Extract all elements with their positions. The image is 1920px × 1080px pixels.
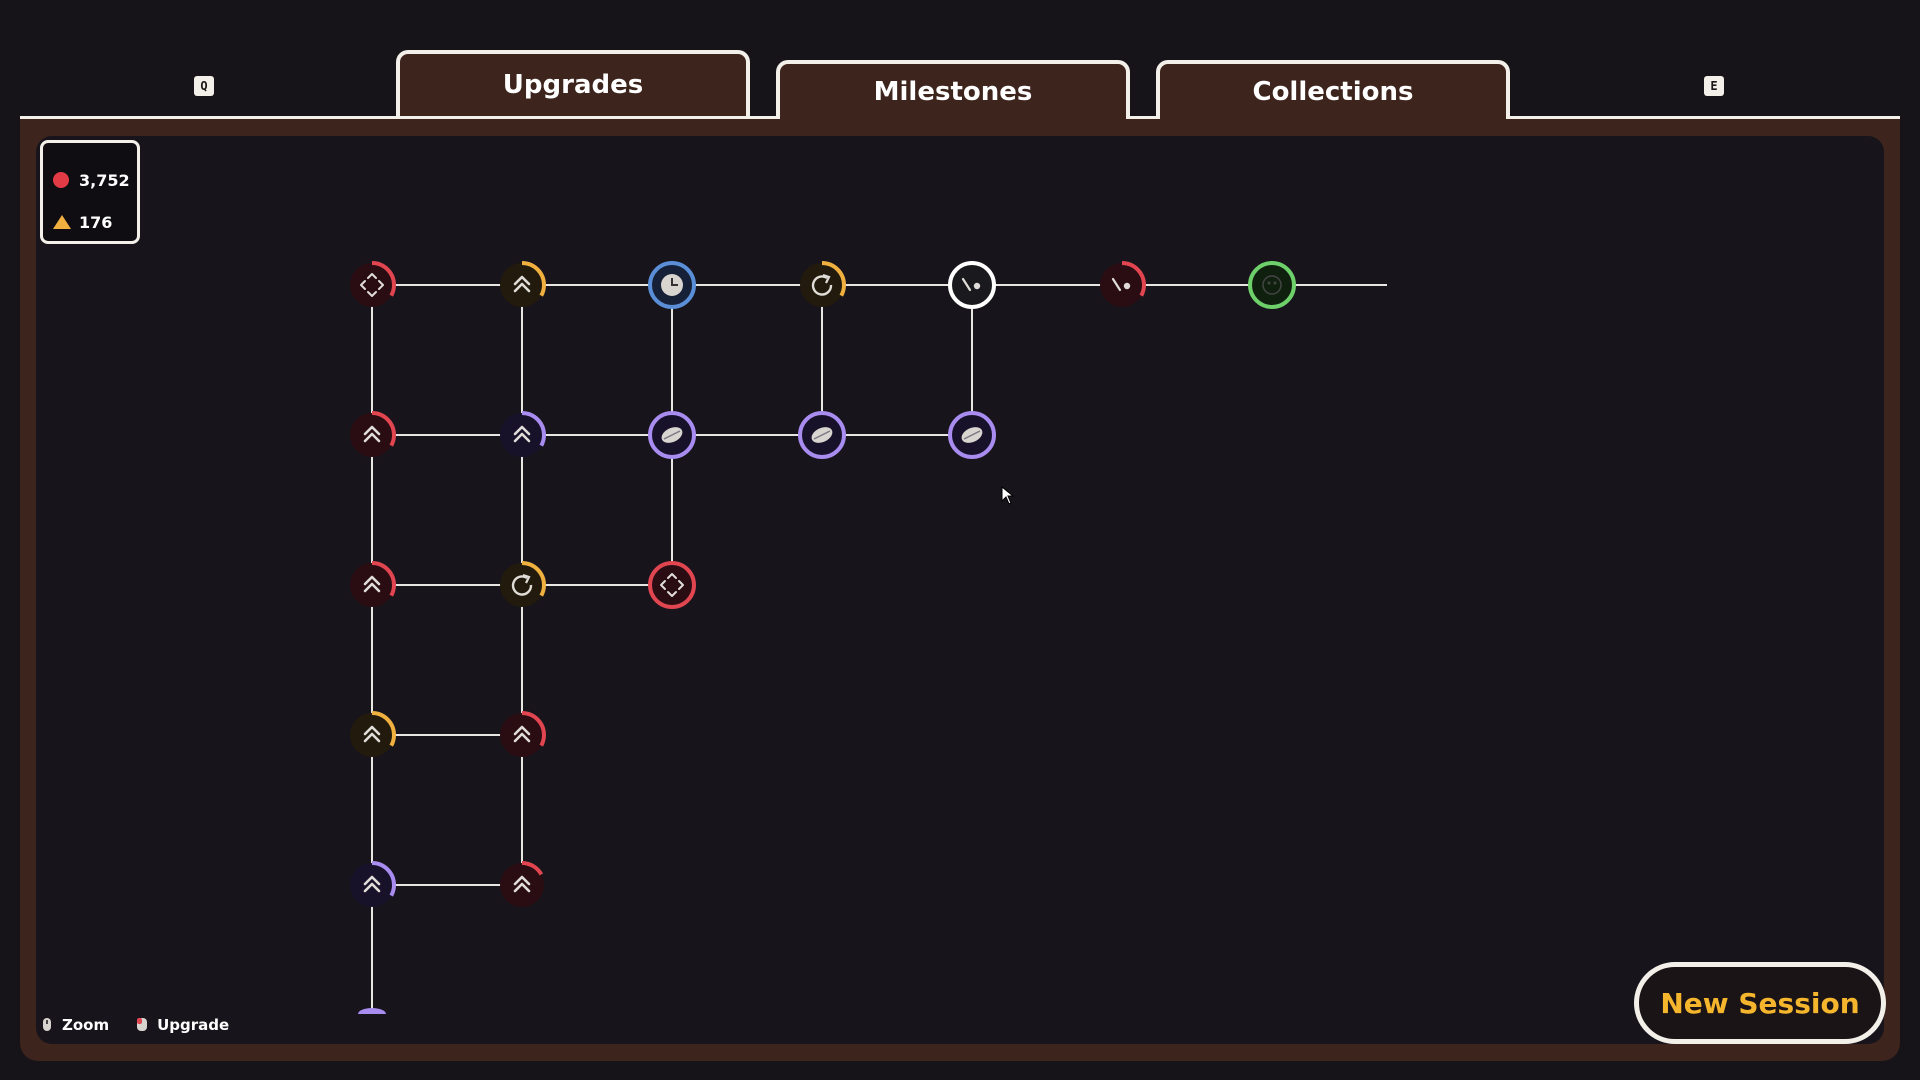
upgrade-node-disc[interactable] (948, 411, 996, 459)
upgrade-node-double-chevron[interactable] (348, 711, 396, 759)
upgrade-node-double-chevron[interactable] (348, 561, 396, 609)
upgrade-node-disc[interactable] (648, 411, 696, 459)
upgrade-node-clock[interactable] (648, 261, 696, 309)
mouse-cursor-icon (1001, 486, 1015, 505)
upgrade-node-rotate[interactable] (798, 261, 846, 309)
upgrade-node-double-chevron[interactable] (348, 861, 396, 909)
upgrade-node-double-chevron[interactable] (498, 861, 546, 909)
upgrade-node-double-chevron[interactable] (348, 411, 396, 459)
upgrade-node-double-chevron[interactable] (498, 411, 546, 459)
clock-icon (661, 274, 683, 296)
mouse-scroll-icon (43, 1018, 51, 1031)
upgrade-node-double-chevron[interactable] (498, 261, 546, 309)
offscreen-node[interactable] (358, 1008, 386, 1014)
upgrade-label: Upgrade (157, 1016, 230, 1034)
upgrade-node-double-chevron[interactable] (498, 711, 546, 759)
upgrade-node-rotate[interactable] (498, 561, 546, 609)
upgrade-hint: Upgrade (135, 1016, 229, 1034)
mouse-click-icon (137, 1018, 148, 1031)
zoom-hint: Zoom (40, 1016, 109, 1034)
zoom-label: Zoom (62, 1016, 110, 1034)
upgrade-node-slingshot[interactable] (1098, 261, 1146, 309)
control-hints: Zoom Upgrade (40, 1016, 229, 1034)
upgrade-tree-graph[interactable] (0, 0, 1920, 1080)
upgrade-node-face[interactable] (1248, 261, 1296, 309)
upgrade-node-slingshot[interactable] (948, 261, 996, 309)
upgrade-node-disc[interactable] (798, 411, 846, 459)
new-session-button[interactable]: New Session (1634, 962, 1886, 1044)
upgrade-node-diamond-arrows[interactable] (648, 561, 696, 609)
upgrade-node-diamond-arrows[interactable] (348, 261, 396, 309)
